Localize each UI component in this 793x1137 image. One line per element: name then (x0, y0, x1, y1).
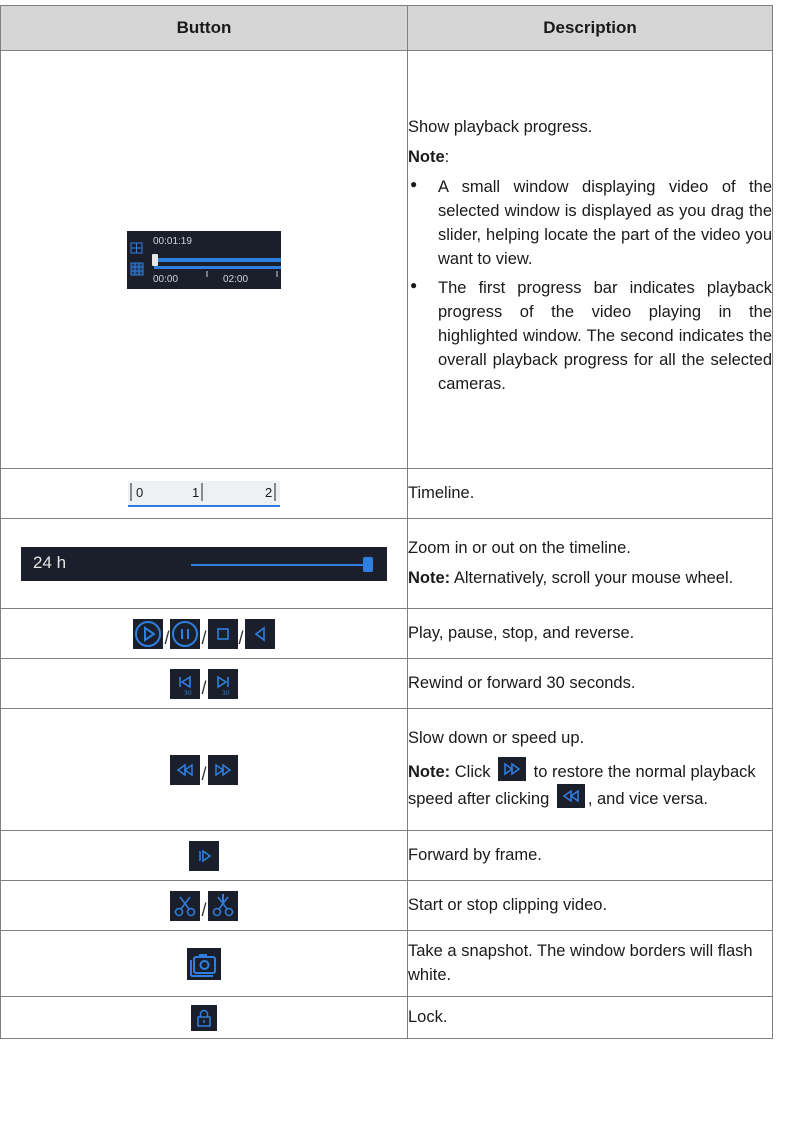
progress-bar-cell: 00:01:19 00:00 02:00 (0, 50, 408, 469)
speed-note: Note: Click to restore the normal playba… (408, 756, 772, 813)
slow-down-icon (556, 784, 585, 809)
column-header-button: Button (0, 5, 408, 51)
zoom-note: Note: Alternatively, scroll your mouse w… (408, 567, 772, 591)
note-bullet-2: The first progress bar indicates playbac… (408, 277, 772, 397)
separator: / (164, 627, 170, 648)
timeline-cell: 0 1 2 (0, 468, 408, 519)
start-clip-scissors-icon[interactable] (170, 890, 201, 921)
svg-text:30: 30 (184, 690, 192, 697)
note-text: Click (450, 762, 496, 781)
progress-bar-icon: 00:01:19 00:00 02:00 (127, 230, 281, 289)
table-row-snapshot: Take a snapshot. The window borders will… (0, 930, 773, 997)
separator: / (201, 677, 207, 698)
progress-tick-label: 00:00 (153, 273, 179, 285)
table-header-row: Button Description (0, 5, 773, 51)
svg-text:30: 30 (222, 690, 230, 697)
note-label: Note (408, 147, 445, 166)
progress-note-list: A small window displaying video of the s… (408, 176, 772, 397)
speed-up-icon[interactable] (207, 754, 238, 785)
table-row-progress: 00:01:19 00:00 02:00 Show playback progr… (0, 50, 773, 469)
table-row-timeline: 0 1 2 Timeline. (0, 468, 773, 519)
progress-tick-label: 02:00 (223, 273, 249, 285)
timeline-tick-label: 2 (265, 484, 273, 500)
stop-icon[interactable] (207, 618, 238, 649)
table-row-zoom: 24 h Zoom in or out on the timeline. Not… (0, 518, 773, 609)
forward-by-frame-icon[interactable] (189, 840, 219, 871)
clip-description: Start or stop clipping video. (407, 880, 773, 931)
zoom-desc-text: Zoom in or out on the timeline. (408, 538, 631, 557)
table-row-speed: / Slow down or speed up. Note: Click to … (0, 708, 773, 831)
pause-icon[interactable] (170, 618, 201, 649)
table-row-play: / / / Play, pause, stop, and reverse. (0, 608, 773, 659)
note-text: Alternatively, scroll your mouse wheel. (450, 568, 734, 587)
rewind-description: Rewind or forward 30 seconds. (407, 658, 773, 709)
stop-clip-scissors-icon[interactable] (207, 890, 238, 921)
timeline-description: Timeline. (407, 468, 773, 519)
speed-up-icon (498, 756, 527, 781)
lock-icon[interactable] (191, 1004, 217, 1031)
play-description: Play, pause, stop, and reverse. (407, 608, 773, 659)
table-row-rewind: 30 / 30 Rewind or forward 30 seconds. (0, 658, 773, 709)
camera-snapshot-icon[interactable] (187, 947, 221, 980)
zoom-cell: 24 h (0, 518, 408, 609)
zoom-description: Zoom in or out on the timeline. Note: Al… (407, 518, 773, 609)
snapshot-description: Take a snapshot. The window borders will… (407, 930, 773, 997)
progress-note: Note: (408, 146, 772, 170)
lock-controls-cell (0, 996, 408, 1039)
column-header-description: Description (407, 5, 773, 51)
note-text: , and vice versa. (587, 790, 708, 809)
note-label: Note: (408, 568, 451, 587)
lock-description: Lock. (407, 996, 773, 1039)
snapshot-controls-cell (0, 930, 408, 997)
forward-30s-icon[interactable]: 30 (207, 668, 238, 699)
speed-controls-cell: / (0, 708, 408, 831)
button-description-table: Button Description 00:01:19 00:00 02:00 … (0, 5, 773, 1039)
frame-description: Forward by frame. (407, 830, 773, 881)
timeline-tick-label: 0 (136, 484, 144, 500)
note-bullet-1: A small window displaying video of the s… (408, 176, 772, 272)
separator: / (201, 627, 207, 648)
progress-desc-text: Show playback progress. (408, 117, 593, 136)
rewind-controls-cell: 30 / 30 (0, 658, 408, 709)
speed-description: Slow down or speed up. Note: Click to re… (407, 708, 773, 831)
table-row-clip: / Start or stop clipping video. (0, 880, 773, 931)
progress-description: Show playback progress. Note: A small wi… (407, 50, 773, 469)
play-icon[interactable] (133, 618, 164, 649)
table-row-lock: Lock. (0, 996, 773, 1039)
progress-time-label: 00:01:19 (153, 235, 192, 247)
reverse-icon[interactable] (244, 618, 275, 649)
rewind-30s-icon[interactable]: 30 (170, 668, 201, 699)
speed-desc-text: Slow down or speed up. (408, 728, 585, 747)
timeline-icon: 0 1 2 (128, 480, 280, 507)
note-colon: : (444, 147, 450, 166)
timeline-tick-label: 1 (192, 484, 200, 500)
zoom-slider-icon: 24 h (21, 546, 387, 581)
separator: / (201, 763, 207, 784)
slow-down-icon[interactable] (170, 754, 201, 785)
separator: / (238, 627, 244, 648)
separator: / (201, 899, 207, 920)
frame-controls-cell (0, 830, 408, 881)
play-controls-cell: / / / (0, 608, 408, 659)
table-row-frame: Forward by frame. (0, 830, 773, 881)
clip-controls-cell: / (0, 880, 408, 931)
note-label: Note: (408, 762, 451, 781)
